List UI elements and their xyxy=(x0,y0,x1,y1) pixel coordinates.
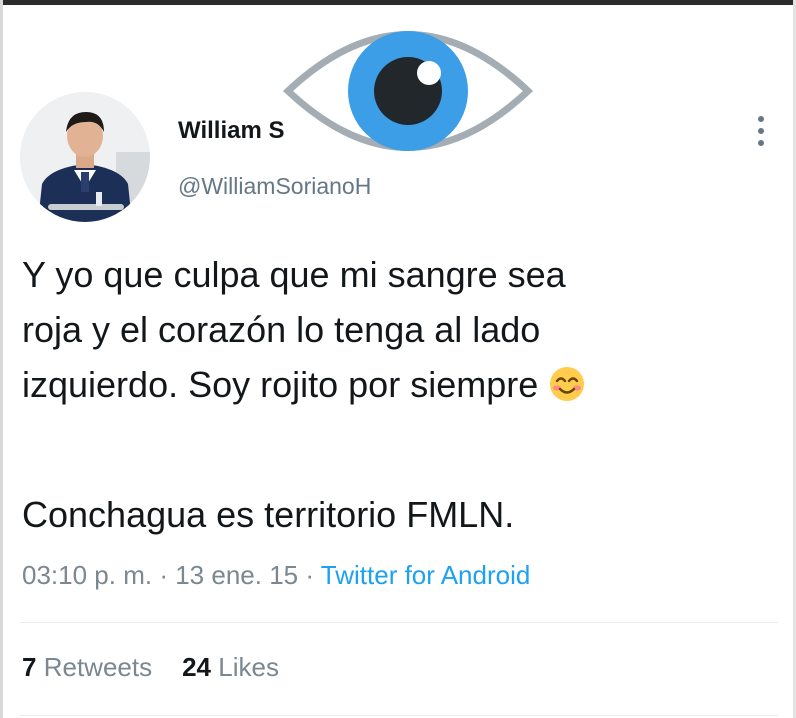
likes-stat[interactable]: 24 Likes xyxy=(182,652,279,682)
divider xyxy=(20,622,778,623)
retweets-count: 7 xyxy=(22,652,37,682)
tweet-text-line: roja y el corazón lo tenga al lado xyxy=(22,309,541,350)
avatar[interactable] xyxy=(20,92,150,222)
left-border xyxy=(0,0,3,718)
meta-separator: · xyxy=(305,560,315,590)
engagement-stats: 7 Retweets 24 Likes xyxy=(22,652,279,683)
user-handle[interactable]: @WilliamSorianoH xyxy=(178,173,371,200)
tweet-text: Y yo que culpa que mi sangre sea roja y … xyxy=(22,247,762,418)
smiling-face-with-heart-eyes-icon xyxy=(548,363,586,418)
retweets-stat[interactable]: 7 Retweets xyxy=(22,652,152,682)
likes-label: Likes xyxy=(218,652,279,682)
tweet-metadata: 03:10 p. m. · 13 ene. 15 · Twitter for A… xyxy=(22,560,530,591)
more-options-icon[interactable] xyxy=(750,113,772,149)
tweet-text-line: Conchagua es territorio FMLN. xyxy=(22,494,515,535)
tweet-source-link[interactable]: Twitter for Android xyxy=(321,560,531,590)
likes-count: 24 xyxy=(182,652,212,682)
divider xyxy=(20,715,778,716)
tweet-text-line: Y yo que culpa que mi sangre sea xyxy=(22,254,566,295)
tweet-text-line: izquierdo. Soy rojito por siempre xyxy=(22,357,762,418)
eye-icon xyxy=(282,18,534,164)
top-border xyxy=(0,0,796,5)
display-name[interactable]: William S xyxy=(178,117,284,145)
tweet-time: 03:10 p. m. xyxy=(22,560,153,590)
retweets-label: Retweets xyxy=(43,652,153,682)
meta-separator: · xyxy=(159,560,168,590)
tweet-date: 13 ene. 15 xyxy=(175,560,299,590)
